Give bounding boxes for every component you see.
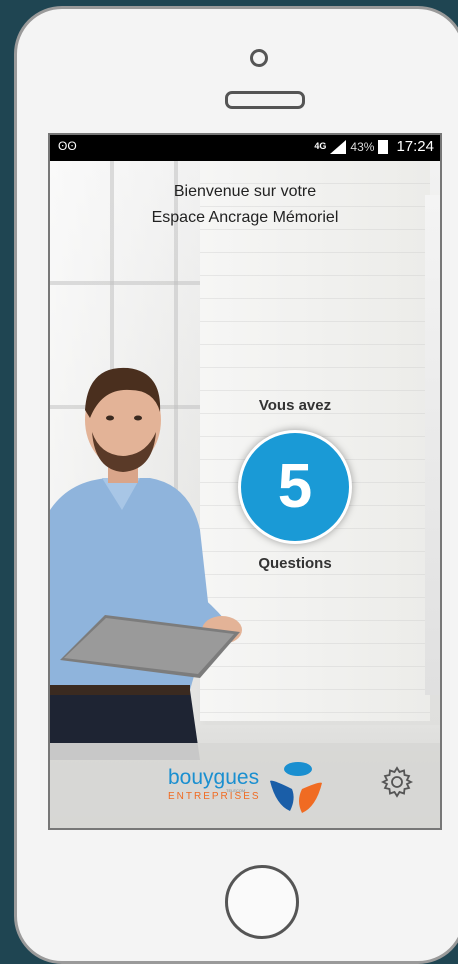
status-bar: ʘʘ 4G 43% 17:24 — [50, 135, 440, 161]
logo-subtitle: ENTREPRISES — [168, 791, 261, 802]
signal-icon — [330, 139, 347, 154]
clock: 17:24 — [396, 138, 434, 155]
bouygues-entreprises-logo: bouygues TELECOM ENTREPRISES — [168, 755, 328, 821]
speaker-grille — [225, 91, 305, 109]
background-window-right — [425, 195, 440, 695]
battery-icon — [378, 139, 389, 154]
welcome-line-2: Espace Ancrage Mémoriel — [151, 209, 339, 226]
battery-percentage: 43% — [350, 139, 375, 154]
voicemail-icon: ʘʘ — [58, 139, 77, 153]
questions-prefix: Vous avez — [258, 397, 332, 414]
man-with-tablet-illustration — [50, 367, 242, 760]
footer-bar: bouygues TELECOM ENTREPRISES — [50, 743, 440, 828]
welcome-heading: Bienvenue sur votre Espace Ancrage Mémor… — [50, 179, 440, 231]
question-count-badge[interactable]: 5 — [238, 430, 352, 544]
home-button[interactable] — [225, 865, 299, 939]
bouygues-logo-mark — [270, 762, 322, 813]
app-screen: ʘʘ 4G 43% 17:24 Bienvenue sur votre Espa… — [48, 133, 442, 830]
welcome-line-1: Bienvenue sur votre — [173, 183, 317, 200]
questions-suffix: Questions — [258, 555, 332, 572]
network-type: 4G — [314, 141, 327, 151]
logo-wordmark: bouygues — [168, 766, 260, 789]
gear-icon[interactable] — [380, 765, 414, 799]
camera-icon — [250, 49, 268, 67]
